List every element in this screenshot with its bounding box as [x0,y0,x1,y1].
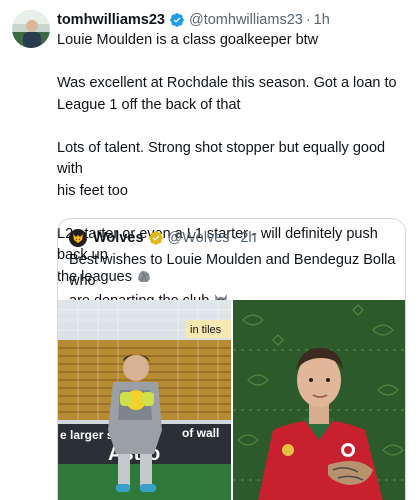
dot-separator: · [232,230,238,246]
tweet-line: his feet too [57,182,128,199]
author-handle[interactable]: @tomhwilliams23 [189,12,303,28]
tweet-line: Lots of talent. Strong shot stopper but … [57,139,386,178]
dot-separator: · [305,12,311,28]
line-break [57,116,412,138]
quoted-author-name[interactable]: Wolves [93,230,144,246]
media-image-goalkeeper[interactable]: in tiles e larger s of wall Astro [58,300,231,500]
author-avatar[interactable] [12,10,50,48]
verified-badge-icon[interactable] [169,12,185,28]
quoted-tweet-header: Wolves @Wolves · 2h [69,228,257,248]
tweet-line: League 1 off the back of that [57,96,241,113]
quoted-author-handle[interactable]: @Wolves [168,230,230,246]
banner-text-a: in tiles [190,324,222,336]
banner-text-b: e larger s [60,428,114,442]
banner-text-c: of wall [182,426,219,440]
quoted-line: Best wishes to Louie Moulden and Bendegu… [69,252,396,289]
tweet-line: Was excellent at Rochdale this season. G… [57,75,397,91]
line-break [57,52,412,74]
tweet-line: Louie Moulden is a class goalkeeper btw [57,32,319,48]
media-image-player[interactable] [233,300,405,500]
wolves-avatar[interactable] [69,229,87,247]
media-grid: in tiles e larger s of wall Astro [58,300,405,500]
author-name[interactable]: tomhwilliams23 [57,12,165,28]
quoted-timestamp[interactable]: 2h [240,230,256,246]
tweet-timestamp[interactable]: 1h [314,12,330,28]
tweet-header: tomhwilliams23 @tomhwilliams23 · 1h [57,11,330,29]
quoted-tweet[interactable]: Wolves @Wolves · 2h Best wishes to Louie… [57,218,406,500]
verified-gold-badge-icon[interactable] [148,230,164,246]
